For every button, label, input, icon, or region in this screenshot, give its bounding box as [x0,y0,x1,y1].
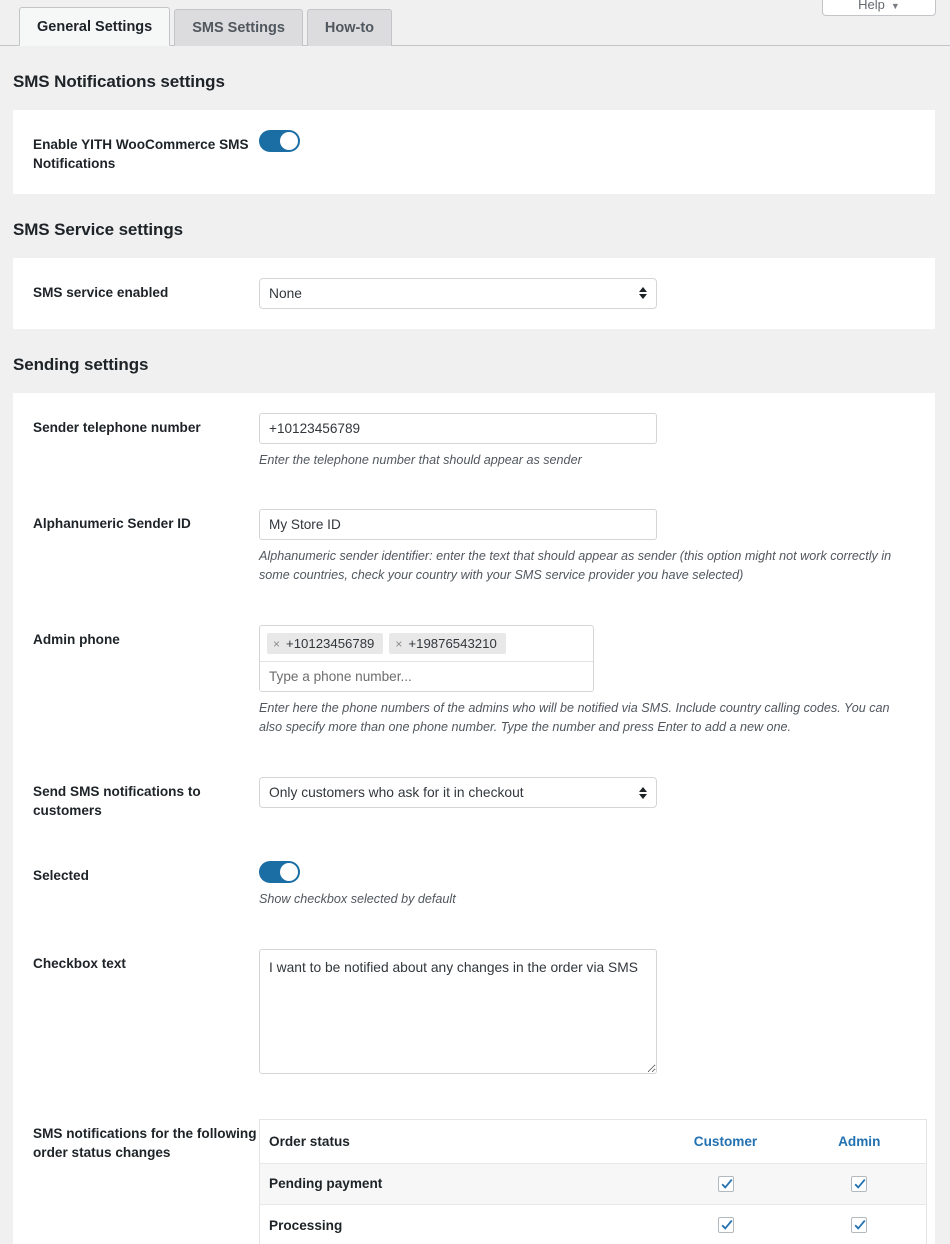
status-name-cell: Processing [259,1204,659,1244]
admin-phone-chip-list: × +10123456789 × +19876543210 [260,626,593,663]
order-status-table: Order status Customer Admin Pending paym… [259,1118,927,1244]
sms-service-select[interactable]: None [259,277,657,309]
send-to-customers-selected-value: Only customers who ask for it in checkou… [269,785,524,801]
phone-chip[interactable]: × +10123456789 [267,633,384,655]
toggle-knob [280,132,298,150]
row-checkbox-text: Checkbox text I want to be notified abou… [13,929,935,1099]
checkbox-text-field: I want to be notified about any changes … [259,948,935,1079]
phone-chip[interactable]: × +19876543210 [389,633,506,655]
checkbox-text-label: Checkbox text [33,955,126,971]
sender-telephone-hint: Enter the telephone number that should a… [259,452,582,467]
status-checkbox[interactable] [851,1217,868,1234]
status-name-cell: Pending payment [259,1163,659,1205]
table-header-row: Order status Customer Admin [259,1119,927,1164]
enable-notifications-toggle[interactable] [259,130,300,152]
tab-label: How-to [324,20,375,36]
alphanumeric-sender-id-hint: Alphanumeric sender identifier: enter th… [259,549,892,583]
admin-phone-label: Admin phone [33,632,120,648]
table-row: Pending payment [259,1163,927,1205]
status-table-field: Order status Customer Admin Pending paym… [259,1118,935,1244]
tab-how-to[interactable]: How-to [306,9,393,46]
tab-general-settings[interactable]: General Settings [19,7,171,46]
sms-service-selected-value: None [269,285,302,301]
section-heading-service: SMS Service settings [13,219,183,239]
panel-service: SMS service enabled None [13,257,935,329]
tab-bar: General Settings SMS Settings How-to [0,0,950,46]
table-row: Processing [259,1204,927,1244]
selected-label: Selected [33,867,89,883]
customer-checkbox-cell [658,1163,793,1205]
sms-service-label: SMS service enabled [33,284,169,300]
selected-hint: Show checkbox selected by default [259,891,456,906]
status-table-label: SMS notifications for the following orde… [33,1125,257,1160]
sender-telephone-label: Sender telephone number [33,419,201,435]
admin-phone-field: × +10123456789 × +19876543210 Enter here… [259,625,935,737]
checkbox-text-textarea[interactable]: I want to be notified about any changes … [259,948,657,1074]
admin-checkbox-cell [792,1163,927,1205]
phone-chip-label: +10123456789 [286,636,375,652]
selected-field: Show checkbox selected by default [259,860,935,909]
toggle-knob [280,862,298,881]
admin-phone-input[interactable] [260,662,593,692]
tab-label: SMS Settings [192,20,285,36]
sender-telephone-field: Enter the telephone number that should a… [259,412,935,470]
column-customer: Customer [658,1119,793,1164]
section-heading-sending: Sending settings [13,354,149,374]
customer-checkbox-cell [658,1204,793,1244]
panel-sending: Sender telephone number Enter the teleph… [13,392,935,1244]
close-icon[interactable]: × [395,638,402,650]
alphanumeric-sender-id-field: Alphanumeric sender identifier: enter th… [259,509,935,585]
close-icon[interactable]: × [273,638,280,650]
send-to-customers-label: Send SMS notifications to customers [33,784,201,819]
settings-page: Help ▼ General Settings SMS Settings How… [0,0,950,1244]
selected-toggle[interactable] [259,860,300,883]
alphanumeric-sender-id-input[interactable] [259,509,657,541]
enable-notifications-field [259,130,935,152]
row-status-table: SMS notifications for the following orde… [13,1099,935,1244]
table-body: Pending payment Processing On hold Compl… [259,1163,927,1244]
select-arrows-icon [639,786,647,799]
status-checkbox[interactable] [717,1175,734,1192]
admin-checkbox-cell [792,1204,927,1244]
select-arrows-icon [639,287,647,300]
column-admin: Admin [792,1119,927,1164]
sender-telephone-input[interactable] [259,412,657,444]
row-alphanumeric-sender-id: Alphanumeric Sender ID Alphanumeric send… [13,489,935,605]
enable-notifications-label: Enable YITH WooCommerce SMS Notification… [33,137,249,172]
send-to-customers-select[interactable]: Only customers who ask for it in checkou… [259,777,657,809]
panel-notifications: Enable YITH WooCommerce SMS Notification… [13,110,935,194]
alphanumeric-sender-id-label: Alphanumeric Sender ID [33,516,191,532]
row-send-to-customers: Send SMS notifications to customers Only… [13,757,935,841]
status-checkbox[interactable] [851,1175,868,1192]
table-head: Order status Customer Admin [259,1119,927,1164]
sms-service-field: None [259,277,935,309]
status-checkbox[interactable] [717,1217,734,1234]
row-sms-service: SMS service enabled None [13,258,935,329]
send-to-customers-field: Only customers who ask for it in checkou… [259,777,935,809]
admin-phone-hint: Enter here the phone numbers of the admi… [259,701,890,735]
row-selected: Selected Show checkbox selected by defau… [13,841,935,929]
admin-phone-tags-field[interactable]: × +10123456789 × +19876543210 [259,625,594,693]
row-sender-telephone: Sender telephone number Enter the teleph… [13,393,935,490]
row-enable-notifications: Enable YITH WooCommerce SMS Notification… [13,110,935,194]
phone-chip-label: +19876543210 [408,636,497,652]
tab-sms-settings[interactable]: SMS Settings [174,9,303,46]
section-heading-notifications: SMS Notifications settings [13,72,225,91]
tab-label: General Settings [37,18,153,35]
column-order-status: Order status [259,1119,659,1164]
row-admin-phone: Admin phone × +10123456789 × +1987654321… [13,605,935,757]
